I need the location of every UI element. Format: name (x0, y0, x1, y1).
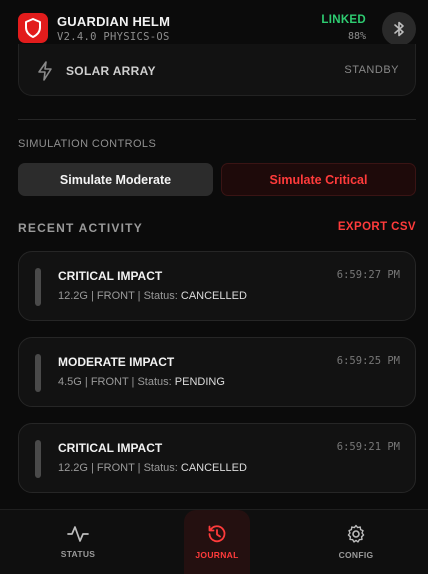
activity-details: 4.5G | FRONT | Status: (58, 376, 175, 388)
activity-card[interactable]: MODERATE IMPACT 6:59:25 PM 4.5G | FRONT … (18, 337, 416, 407)
app-title: GUARDIAN HELM (57, 14, 171, 29)
severity-bar (35, 440, 41, 478)
activity-meta: 12.2G | FRONT | Status: CANCELLED (58, 290, 247, 302)
activity-title: CRITICAL IMPACT (58, 269, 163, 283)
activity-status: CANCELLED (180, 290, 247, 302)
nav-label: JOURNAL (195, 550, 239, 560)
activity-status: CANCELLED (180, 462, 247, 474)
solar-array-label: SOLAR ARRAY (66, 64, 156, 78)
activity-meta: 4.5G | FRONT | Status: PENDING (58, 376, 225, 388)
bottom-nav: STATUS JOURNAL CONFIG (0, 509, 428, 574)
solar-array-card: SOLAR ARRAY STANDBY (18, 44, 416, 96)
app-version: V2.4.0 PHYSICS-OS (57, 31, 170, 43)
activity-details: 12.2G | FRONT | Status: (58, 290, 181, 302)
gear-icon (347, 524, 365, 543)
nav-item-journal[interactable]: JOURNAL (184, 510, 250, 574)
section-divider (18, 119, 416, 120)
severity-bar (35, 354, 41, 392)
activity-status: PENDING (174, 376, 225, 388)
activity-title: CRITICAL IMPACT (58, 441, 163, 455)
battery-level: 88% (347, 31, 366, 42)
activity-card[interactable]: CRITICAL IMPACT 6:59:27 PM 12.2G | FRONT… (18, 251, 416, 321)
bluetooth-button[interactable] (382, 12, 416, 46)
activity-meta: 12.2G | FRONT | Status: CANCELLED (58, 462, 247, 474)
nav-item-config[interactable]: CONFIG (323, 510, 389, 574)
solar-array-status: STANDBY (344, 64, 399, 76)
lightning-icon (38, 61, 52, 81)
nav-item-status[interactable]: STATUS (45, 510, 111, 574)
activity-time: 6:59:21 PM (336, 441, 400, 453)
severity-bar (35, 268, 41, 306)
activity-details: 12.2G | FRONT | Status: (58, 462, 181, 474)
activity-time: 6:59:27 PM (336, 269, 400, 281)
nav-label: CONFIG (338, 550, 374, 560)
nav-label: STATUS (60, 549, 96, 559)
history-icon (208, 525, 226, 543)
simulation-controls-title: SIMULATION CONTROLS (18, 138, 157, 150)
bluetooth-icon (394, 21, 404, 37)
export-csv-link[interactable]: EXPORT CSV (338, 221, 416, 233)
activity-title: MODERATE IMPACT (58, 355, 175, 369)
shield-icon (25, 18, 41, 38)
app-logo (18, 13, 48, 43)
simulate-moderate-button[interactable]: Simulate Moderate (18, 163, 213, 196)
recent-activity-title: RECENT ACTIVITY (18, 221, 143, 235)
activity-icon (67, 526, 89, 542)
simulate-critical-button[interactable]: Simulate Critical (221, 163, 416, 196)
activity-card[interactable]: CRITICAL IMPACT 6:59:21 PM 12.2G | FRONT… (18, 423, 416, 493)
activity-time: 6:59:25 PM (336, 355, 400, 367)
link-status: LINKED (321, 14, 366, 26)
